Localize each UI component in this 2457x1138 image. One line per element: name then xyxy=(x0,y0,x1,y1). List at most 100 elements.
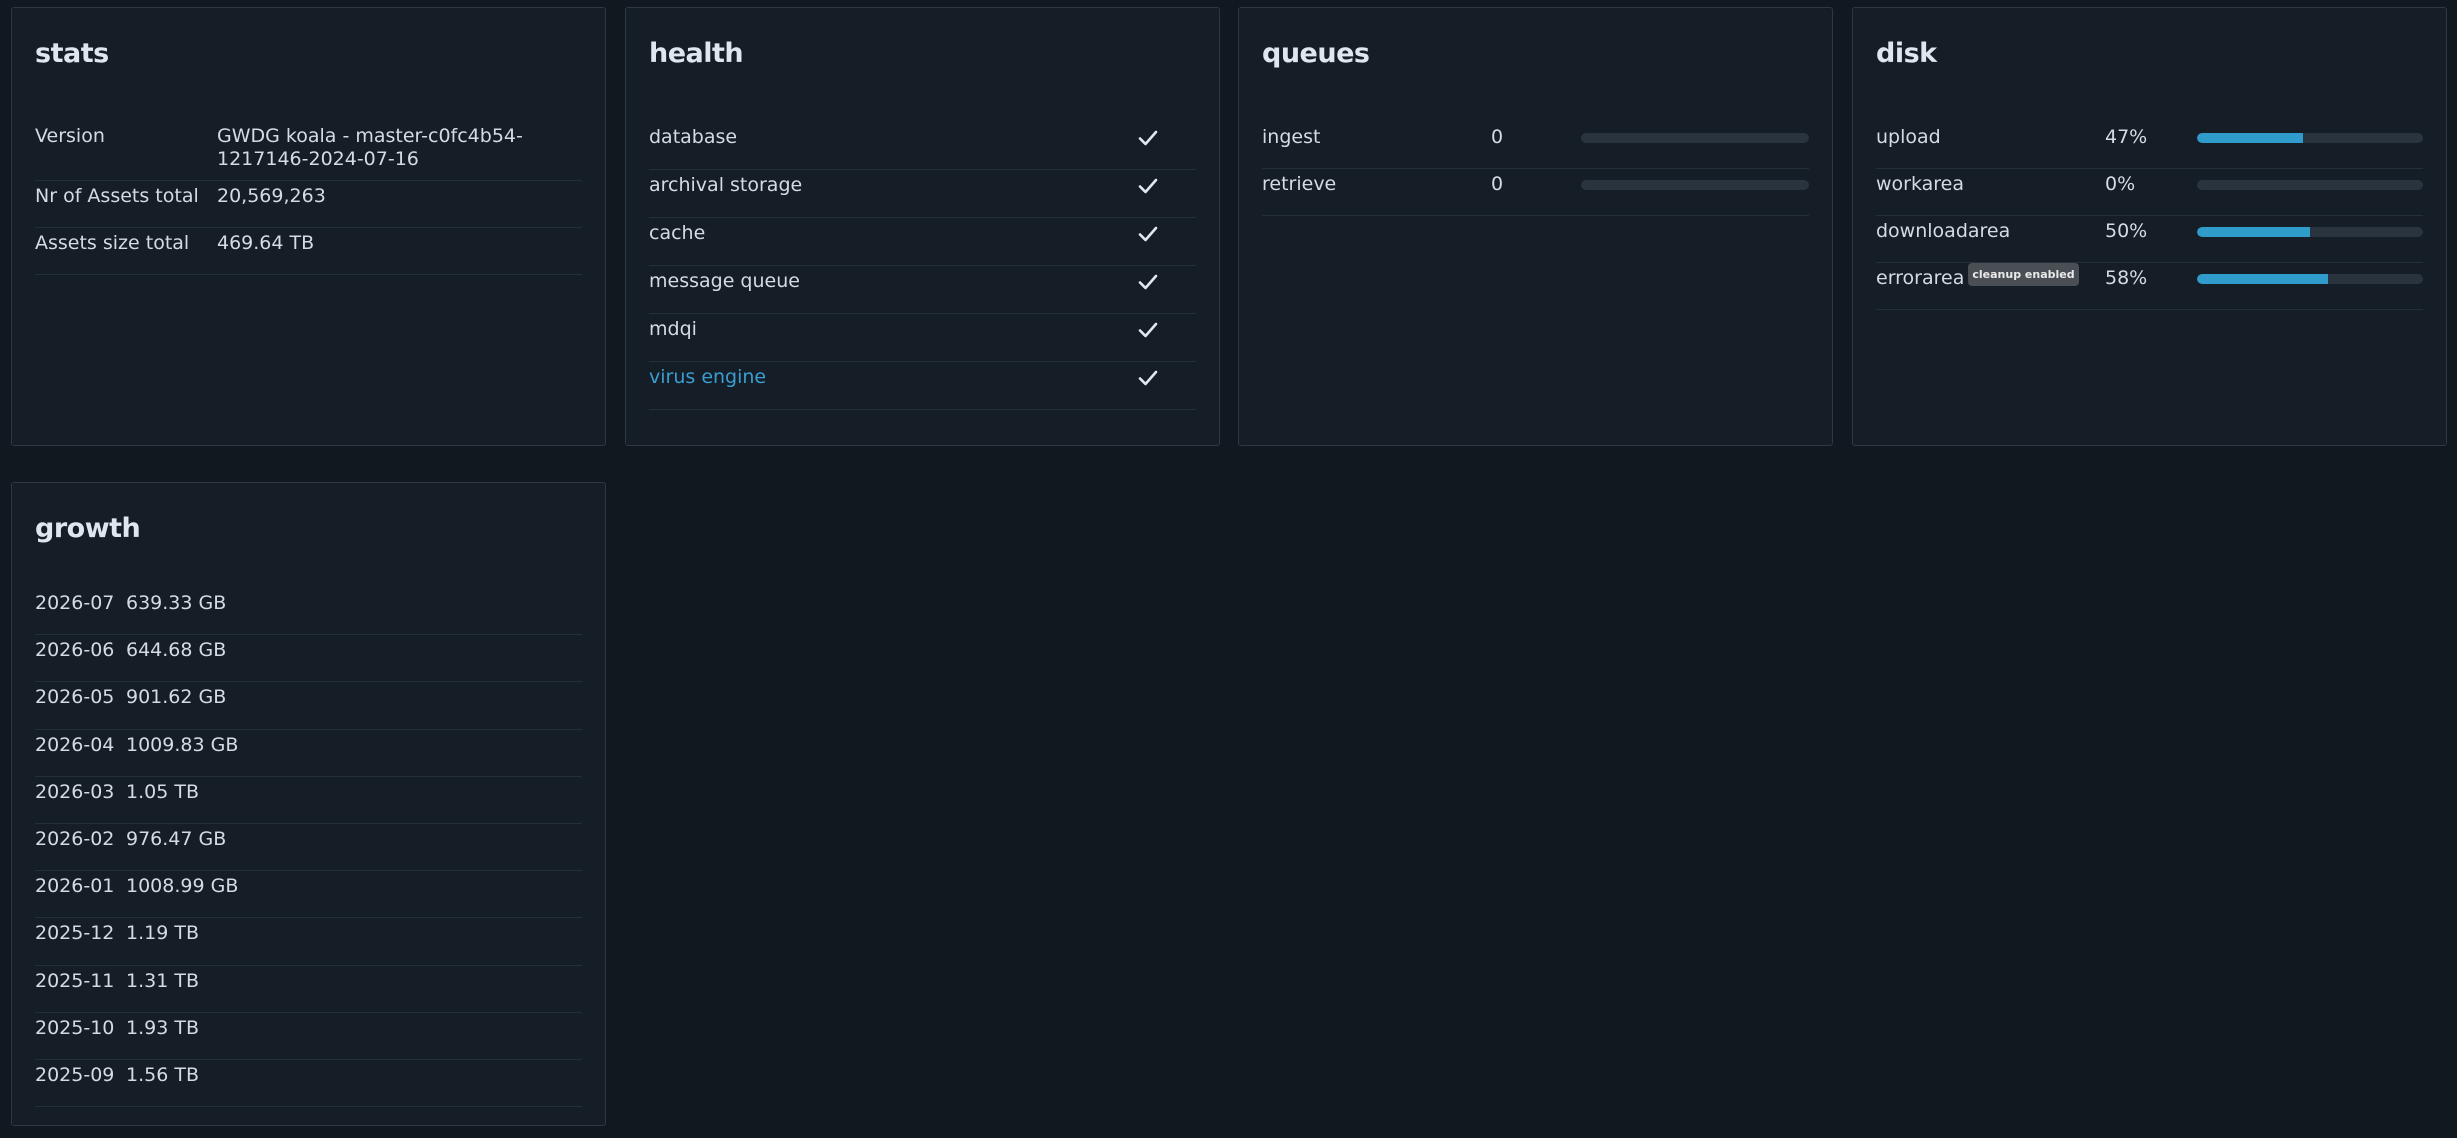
growth-month: 2026-01 xyxy=(35,875,115,898)
growth-row: 2026-03 1.05 TB xyxy=(35,777,582,824)
disk-usage-fill xyxy=(2197,227,2310,237)
stats-value: GWDG koala - master-c0fc4b54-1217146-202… xyxy=(217,125,523,170)
growth-row: 2026-01 1008.99 GB xyxy=(35,871,582,919)
disk-label: errorarea xyxy=(1876,267,1965,289)
growth-month: 2026-07 xyxy=(35,592,115,614)
growth-size: 1.05 TB xyxy=(126,780,199,803)
disk-usage-bar xyxy=(2197,227,2423,237)
growth-title: growth xyxy=(35,513,141,544)
health-row-cache: cache xyxy=(649,218,1196,266)
growth-row: 2026-02 976.47 GB xyxy=(35,824,582,872)
disk-usage-bar xyxy=(2197,133,2423,143)
queues-title: queues xyxy=(1262,38,1370,69)
health-row-database: database xyxy=(649,122,1196,170)
health-label: message queue xyxy=(649,270,800,292)
growth-size: 1.93 TB xyxy=(126,1016,199,1039)
health-label: mdqi xyxy=(649,318,697,340)
growth-row: 2026-06 644.68 GB xyxy=(35,635,582,683)
virus-engine-link[interactable]: virus engine xyxy=(649,366,1136,389)
growth-card: growth 2026-07 639.33 GB 2026-06 644.68 GB… xyxy=(11,482,606,1126)
stats-value: 20,569,263 xyxy=(217,185,326,207)
growth-row: 2026-07 639.33 GB xyxy=(35,588,582,636)
disk-usage-bar xyxy=(2197,274,2423,284)
stats-list: Version GWDG koala - master-c0fc4b54-121… xyxy=(35,121,582,275)
growth-size: 976.47 GB xyxy=(126,827,227,850)
growth-size: 901.62 GB xyxy=(126,686,227,709)
queue-progress-bar xyxy=(1581,133,1809,143)
disk-row-errorarea: errorarea cleanup enabled 58% xyxy=(1876,263,2423,310)
check-icon xyxy=(1138,274,1158,290)
growth-month: 2026-02 xyxy=(35,827,115,850)
check-icon xyxy=(1138,178,1158,194)
stats-value: 469.64 TB xyxy=(217,232,315,254)
health-row-archival-storage: archival storage xyxy=(649,170,1196,218)
growth-month: 2026-04 xyxy=(35,733,115,756)
health-title: health xyxy=(649,38,744,69)
stats-row-assets-size: Assets size total 469.64 TB xyxy=(35,228,582,275)
growth-size: 1.31 TB xyxy=(126,969,199,992)
growth-month: 2026-05 xyxy=(35,686,115,709)
growth-month: 2025-09 xyxy=(35,1063,115,1086)
growth-row: 2025-12 1.19 TB xyxy=(35,918,582,966)
stats-label: Assets size total xyxy=(35,232,190,254)
disk-card: disk upload 47% workarea 0% downloadarea… xyxy=(1852,7,2447,446)
health-row-virus-engine: virus engine xyxy=(649,362,1196,410)
disk-label: downloadarea xyxy=(1876,220,2011,242)
disk-row-upload: upload 47% xyxy=(1876,122,2423,169)
disk-percent: 58% xyxy=(2105,267,2148,289)
check-icon xyxy=(1138,370,1158,386)
stats-row-version: Version GWDG koala - master-c0fc4b54-121… xyxy=(35,121,582,181)
growth-row: 2025-11 1.31 TB xyxy=(35,966,582,1013)
growth-size: 1.19 TB xyxy=(126,922,199,945)
growth-row: 2026-04 1009.83 GB xyxy=(35,730,582,777)
stats-label: Nr of Assets total xyxy=(35,185,199,207)
disk-usage-fill xyxy=(2197,133,2304,143)
health-row-message-queue: message queue xyxy=(649,266,1196,314)
growth-month: 2026-06 xyxy=(35,639,115,662)
health-label: archival storage xyxy=(649,174,803,196)
growth-row: 2025-10 1.93 TB xyxy=(35,1013,582,1060)
health-card: health database archival storage cache m… xyxy=(625,7,1220,446)
disk-row-workarea: workarea 0% xyxy=(1876,169,2423,216)
stats-card: stats Version GWDG koala - master-c0fc4b… xyxy=(11,7,606,446)
check-icon xyxy=(1138,130,1158,146)
growth-month: 2025-10 xyxy=(35,1016,115,1039)
health-row-mdqi: mdqi xyxy=(649,314,1196,362)
queue-progress-bar xyxy=(1581,180,1809,190)
growth-row: 2026-05 901.62 GB xyxy=(35,682,582,730)
growth-month: 2025-11 xyxy=(35,969,115,992)
growth-month: 2025-12 xyxy=(35,922,115,945)
stats-row-assets-count: Nr of Assets total 20,569,263 xyxy=(35,181,582,228)
queue-label: ingest xyxy=(1262,126,1321,148)
queue-row-ingest: ingest 0 xyxy=(1262,122,1809,169)
health-label: database xyxy=(649,126,738,148)
check-icon xyxy=(1138,322,1158,338)
growth-size: 1009.83 GB xyxy=(126,733,239,756)
queues-card: queues ingest 0 retrieve 0 xyxy=(1238,7,1833,446)
disk-label: workarea xyxy=(1876,173,1965,195)
growth-size: 639.33 GB xyxy=(126,592,227,614)
disk-percent: 50% xyxy=(2105,220,2148,242)
health-list: database archival storage cache message … xyxy=(649,122,1196,410)
disk-usage-fill xyxy=(2197,274,2329,284)
cleanup-enabled-badge: cleanup enabled xyxy=(1968,263,2079,286)
disk-label: upload xyxy=(1876,126,1941,148)
disk-percent: 0% xyxy=(2105,173,2136,195)
stats-title: stats xyxy=(35,38,109,69)
queue-count: 0 xyxy=(1491,173,1504,195)
growth-size: 1008.99 GB xyxy=(126,875,239,898)
disk-percent: 47% xyxy=(2105,126,2148,148)
stats-label: Version xyxy=(35,125,105,147)
queue-label: retrieve xyxy=(1262,173,1337,195)
growth-size: 644.68 GB xyxy=(126,639,227,662)
growth-row: 2025-09 1.56 TB xyxy=(35,1060,582,1108)
disk-list: upload 47% workarea 0% downloadarea 50% … xyxy=(1876,122,2423,310)
check-icon xyxy=(1138,226,1158,242)
growth-month: 2026-03 xyxy=(35,780,115,803)
health-label: cache xyxy=(649,222,706,244)
disk-title: disk xyxy=(1876,38,1937,69)
disk-row-downloadarea: downloadarea 50% xyxy=(1876,216,2423,263)
growth-list: 2026-07 639.33 GB 2026-06 644.68 GB 2026-0… xyxy=(35,588,582,1108)
queue-count: 0 xyxy=(1491,126,1504,148)
growth-size: 1.56 TB xyxy=(126,1063,199,1086)
